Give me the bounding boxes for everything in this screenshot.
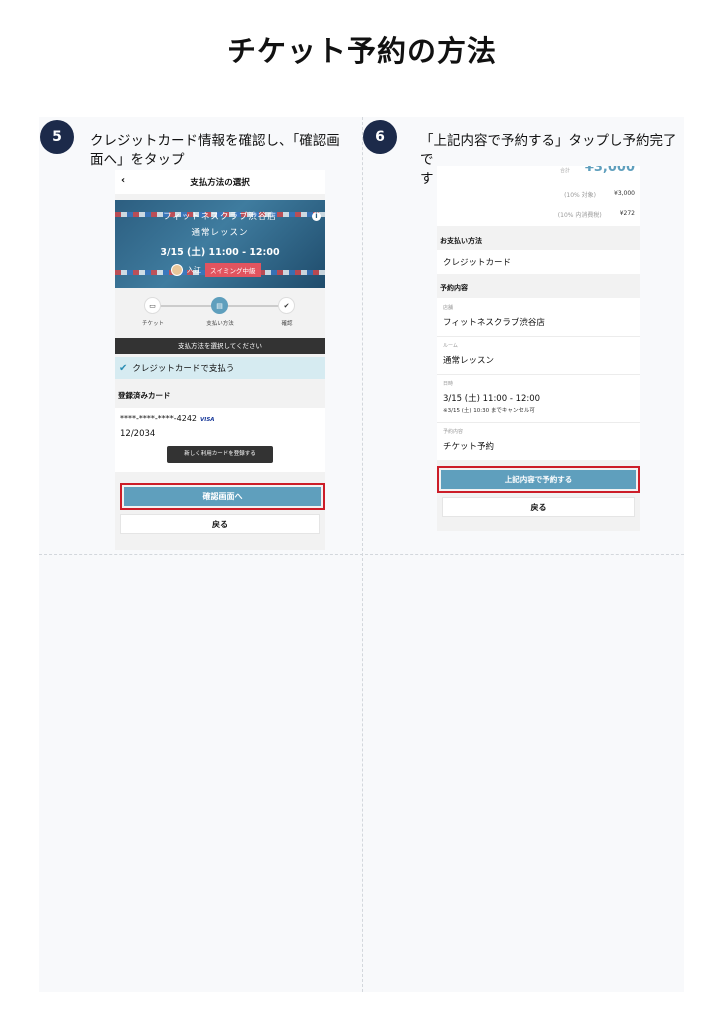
- stepper-label: 支払い方法: [206, 321, 234, 327]
- select-payment-bar: 支払方法を選択してください: [115, 338, 325, 354]
- screen-header: ‹ 支払方法の選択: [115, 170, 325, 194]
- store-value: フィットネスクラブ渋谷店: [443, 318, 545, 328]
- card-expiry: 12/2034: [120, 429, 156, 439]
- tax-row: (10% 対象) ¥3,000: [564, 190, 635, 199]
- ticket-icon: ▭: [144, 297, 161, 314]
- back-button[interactable]: 戻る: [442, 497, 635, 517]
- stepper-label: チケット: [141, 321, 164, 327]
- row-divider: [437, 336, 640, 337]
- step-number-badge: 5: [40, 120, 74, 154]
- visa-logo: VISA: [200, 417, 215, 423]
- tax-row-label: (10% 対象): [564, 192, 596, 199]
- cancel-note: ※3/15 (土) 10:30 までキャンセル可: [443, 408, 535, 414]
- back-chevron-icon[interactable]: ‹: [121, 175, 125, 186]
- card-number-row: ****-****-****-4242 VISA: [120, 414, 215, 423]
- card-icon: ▤: [211, 297, 228, 314]
- content-value: チケット予約: [443, 442, 495, 452]
- card-number: ****-****-****-4242: [120, 414, 198, 423]
- check-icon: ✔: [278, 297, 295, 314]
- content-label: 予約内容: [443, 429, 464, 435]
- phone-screenshot-payment: ‹ 支払方法の選択 i フィットネスクラブ渋谷店 通常レッスン 3/15 (土)…: [115, 170, 325, 550]
- screen-header-title: 支払方法の選択: [190, 178, 250, 188]
- credit-card-option-label: クレジットカードで支払う: [132, 364, 235, 374]
- phone-screenshot-confirm: 合計 ¥3,000 (10% 対象) ¥3,000 (10% 内消費税) ¥27…: [437, 166, 640, 531]
- row-divider: [437, 422, 640, 423]
- price-summary: 合計 ¥3,000 (10% 対象) ¥3,000 (10% 内消費税) ¥27…: [437, 166, 640, 226]
- hero-lesson-time: 3/15 (土) 11:00 - 12:00: [160, 247, 280, 258]
- instructor-name: 入江: [187, 266, 201, 274]
- date-label: 日時: [443, 381, 454, 387]
- total-label: 合計: [559, 168, 570, 174]
- store-label: 店舗: [443, 305, 454, 311]
- date-value: 3/15 (土) 11:00 - 12:00: [443, 394, 541, 404]
- highlight-frame: 上記内容で予約する: [437, 466, 640, 493]
- lesson-hero-banner: i フィットネスクラブ渋谷店 通常レッスン 3/15 (土) 11:00 - 1…: [115, 200, 325, 288]
- tax-row: (10% 内消費税) ¥272: [558, 210, 635, 219]
- step-instruction-line: クレジットカード情報を確認し、「確認画: [90, 133, 340, 149]
- avatar: [171, 264, 183, 276]
- checkmark-icon: ✔: [119, 362, 128, 374]
- tax-row-value: ¥3,000: [614, 190, 635, 197]
- step-instruction-line: 面へ」をタップ: [90, 152, 185, 168]
- payment-section-label: お支払い方法: [440, 237, 482, 245]
- hero-lesson-name: 通常レッスン: [191, 228, 249, 238]
- reserve-button[interactable]: 上記内容で予約する: [441, 470, 636, 489]
- confirm-screen-button[interactable]: 確認画面へ: [124, 487, 321, 506]
- tax-row-label: (10% 内消費税): [557, 212, 602, 219]
- room-value: 通常レッスン: [443, 356, 495, 366]
- room-label: ルーム: [443, 343, 458, 349]
- payment-method-value: クレジットカード: [443, 258, 512, 268]
- step-number-badge: 6: [363, 120, 397, 154]
- registered-card[interactable]: ****-****-****-4242 VISA 12/2034 新しく利用カード…: [115, 408, 325, 472]
- page-title: チケット予約の方法: [226, 34, 497, 68]
- row-divider: [437, 374, 640, 375]
- back-button[interactable]: 戻る: [120, 514, 320, 534]
- lesson-level-tag: スイミング中級: [205, 263, 261, 277]
- tax-row-value: ¥272: [619, 210, 635, 217]
- highlight-frame: 確認画面へ: [120, 483, 325, 510]
- payment-method-box: クレジットカード: [437, 250, 640, 274]
- hero-store-name: フィットネスクラブ渋谷店: [163, 212, 277, 222]
- step-instruction-line: 「上記内容で予約する」タップし予約完了で: [420, 133, 677, 168]
- reservation-details: 店舗 フィットネスクラブ渋谷店 ルーム 通常レッスン 日時 3/15 (土) 1…: [437, 298, 640, 460]
- registered-card-label: 登録済みカード: [118, 391, 171, 400]
- register-new-card-button[interactable]: 新しく利用カードを登録する: [167, 446, 273, 463]
- credit-card-option[interactable]: ✔ クレジットカードで支払う: [115, 357, 325, 379]
- horizontal-divider: [39, 554, 684, 555]
- step-instruction: クレジットカード情報を確認し、「確認画 面へ」をタップ: [90, 132, 340, 170]
- reservation-section-label: 予約内容: [440, 284, 468, 292]
- instructor-row: 入江 スイミング中級: [171, 263, 261, 277]
- progress-stepper: ▭ ▤ ✔ チケット 支払い方法 確認: [115, 294, 325, 334]
- total-amount: ¥3,000: [584, 166, 635, 175]
- stepper-label: 確認: [281, 321, 293, 327]
